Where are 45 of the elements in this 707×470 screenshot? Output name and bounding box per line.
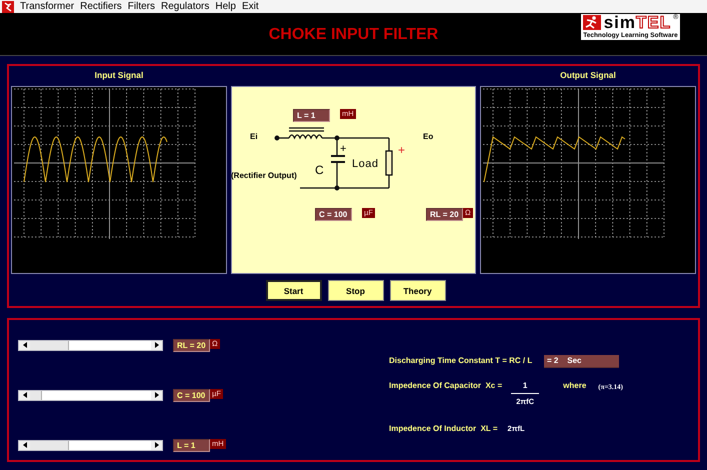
input-label: Ei (250, 132, 258, 142)
arrow-right-icon[interactable] (151, 390, 162, 400)
menu-item[interactable]: Help (215, 0, 236, 12)
polarity-sign: + (340, 144, 346, 155)
polarity-sign: + (398, 144, 406, 156)
slider-thumb[interactable] (30, 340, 69, 350)
scope-title: Input Signal (94, 69, 144, 82)
menu-item[interactable]: Regulators (161, 0, 210, 12)
fraction-numerator: 1 (511, 379, 540, 394)
value-label: RL = 20 (173, 338, 210, 352)
scope-title: Output Signal (559, 69, 617, 82)
menu-item[interactable]: Filters (128, 0, 156, 12)
action-button[interactable]: Start (266, 280, 322, 301)
value-label: L = 1 (173, 438, 210, 452)
where-label: where (563, 380, 586, 392)
load-label: Load (352, 158, 378, 171)
slider[interactable] (18, 440, 163, 450)
logo-text: sim (604, 14, 636, 31)
arrow-right-icon[interactable] (151, 340, 162, 350)
formula-label: Impedence Of Capacitor Xc = (389, 380, 502, 392)
logo-text: TEL (636, 14, 672, 31)
menu-item[interactable]: Rectifiers (80, 0, 122, 12)
arrow-left-icon[interactable] (19, 440, 30, 450)
action-button[interactable]: Stop (328, 280, 384, 301)
value-label: RL = 20 (426, 208, 463, 221)
output-label: Eo (423, 132, 434, 142)
slider-thumb[interactable] (30, 390, 42, 400)
menu-item[interactable]: Exit (242, 0, 259, 12)
value-label: L = 1 (293, 109, 330, 122)
value-label: C = 100 (315, 208, 352, 221)
capacitor-label: C (315, 164, 324, 177)
slider[interactable] (18, 390, 163, 400)
formula-label: Impedence Of Inductor XL = (389, 423, 498, 435)
arrow-left-icon[interactable] (19, 340, 30, 350)
value-label: C = 100 (173, 388, 210, 402)
result-value: = 2 Sec (544, 355, 619, 368)
arrow-right-icon[interactable] (151, 440, 162, 450)
slider-thumb[interactable] (30, 440, 69, 450)
arrow-left-icon[interactable] (19, 390, 30, 400)
source-label: (Rectifier Output) (231, 171, 297, 181)
app-title: CHOKE INPUT FILTER (268, 26, 438, 44)
formula-label: Discharging Time Constant T = RC / L (389, 355, 534, 367)
menu-item[interactable]: Transformer (20, 0, 74, 12)
slider[interactable] (18, 340, 163, 350)
action-button[interactable]: Theory (390, 280, 446, 301)
